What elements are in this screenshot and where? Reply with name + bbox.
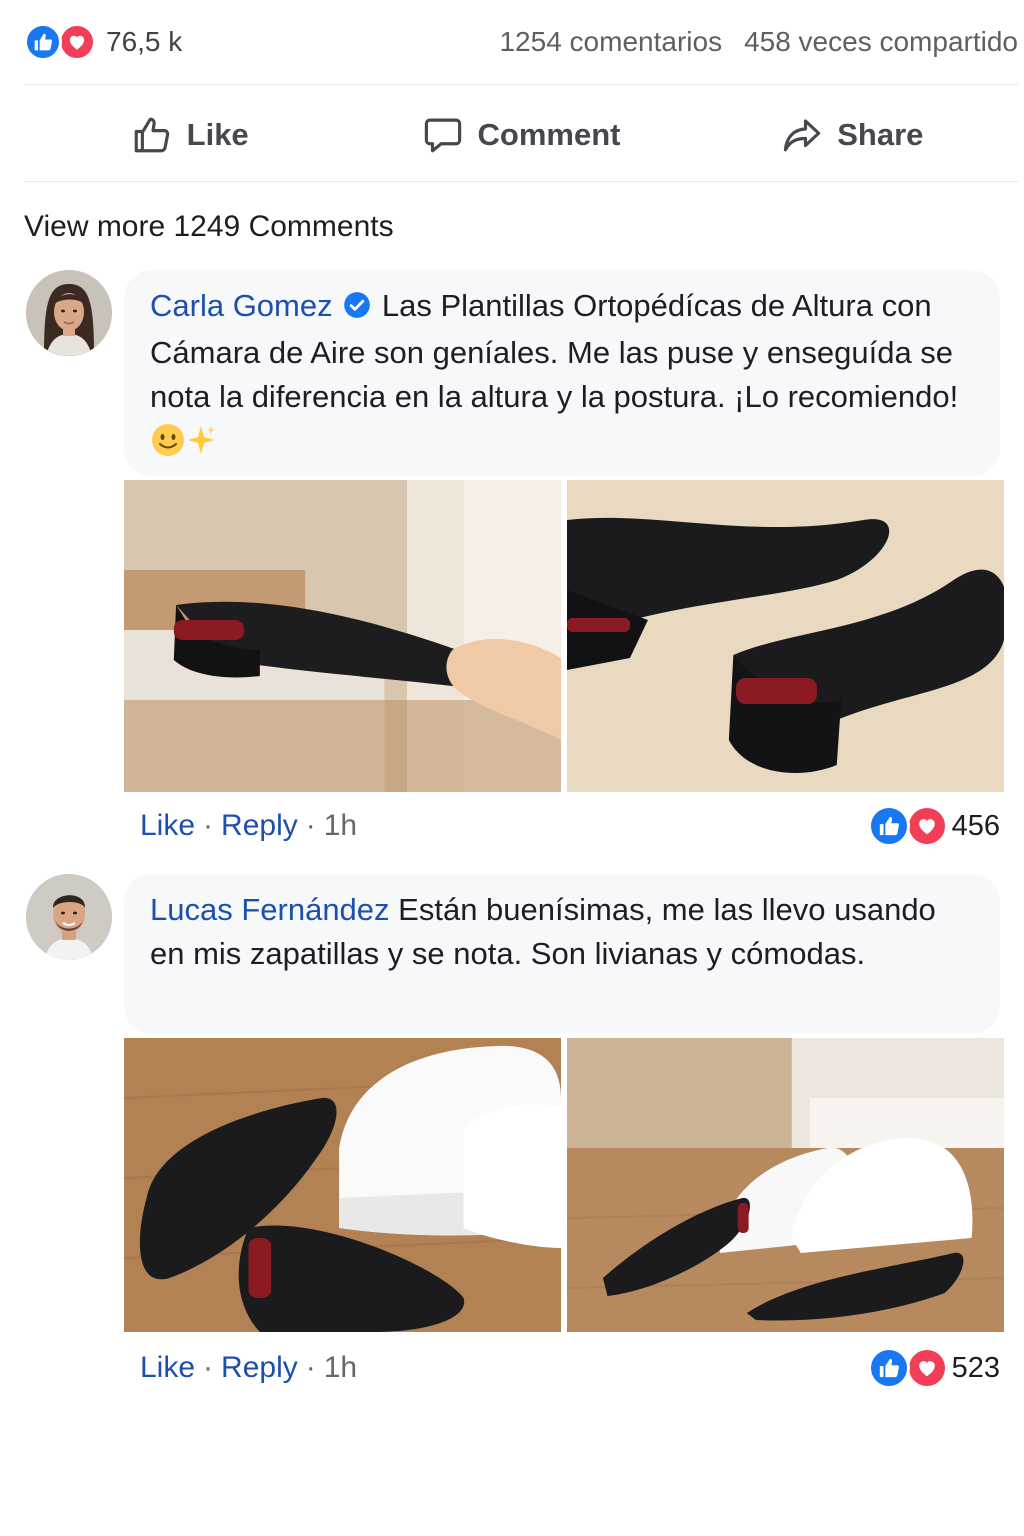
comment-reactions[interactable]: 456 (867, 805, 1000, 847)
verified-badge-icon (343, 287, 371, 331)
comment-photos (124, 1038, 1004, 1332)
divider (24, 181, 1018, 182)
reaction-count[interactable]: 76,5 k (106, 26, 182, 58)
like-reaction-icon (867, 1347, 910, 1389)
sparkles-icon (186, 422, 216, 470)
comment-photos (124, 480, 1004, 792)
share-button[interactable]: Share (687, 92, 1018, 178)
post-reaction-summary: 76,5 k 1254 comentarios 458 veces compar… (24, 16, 1018, 68)
love-reaction-icon (58, 23, 96, 61)
comment-photo[interactable] (567, 1038, 1004, 1332)
comment-like-link[interactable]: Like (140, 809, 195, 843)
share-arrow-icon (784, 119, 821, 152)
comment-author-name[interactable]: Lucas Fernández (150, 892, 390, 927)
comment-reply-link[interactable]: Reply (221, 1351, 298, 1385)
comment-photo[interactable] (124, 1038, 561, 1332)
shares-count[interactable]: 458 veces compartido (744, 26, 1018, 58)
comment-label: Comment (477, 117, 621, 152)
comment-time[interactable]: 1h (324, 809, 357, 843)
comment-photo[interactable] (124, 480, 561, 792)
slightly-smiling-face-icon (150, 422, 186, 470)
view-more-comments-link[interactable]: View more 1249 Comments (24, 210, 394, 244)
love-reaction-icon (905, 1347, 948, 1389)
thumbs-up-icon (134, 117, 169, 153)
share-label: Share (837, 117, 924, 152)
comment-like-link[interactable]: Like (140, 1351, 195, 1385)
divider (24, 84, 1018, 85)
separator: · (203, 1351, 214, 1384)
comments-count[interactable]: 1254 comentarios (499, 26, 722, 58)
comment-photo[interactable] (567, 480, 1004, 792)
comment-bubble-icon (424, 118, 461, 153)
like-reaction-icon (867, 805, 910, 847)
separator: · (305, 809, 316, 842)
comment-reply-link[interactable]: Reply (221, 809, 298, 843)
post-action-bar: Like Comment Share (24, 92, 1018, 178)
like-button[interactable]: Like (24, 92, 355, 178)
comment-author-name[interactable]: Carla Gomez (150, 288, 333, 323)
comment-reactions[interactable]: 523 (867, 1347, 1000, 1389)
comment-time[interactable]: 1h (324, 1351, 357, 1385)
separator: · (305, 1351, 316, 1384)
avatar[interactable] (26, 270, 112, 356)
comment-bubble: Carla Gomez Las Plantillas Ortopédícas d… (124, 270, 1000, 476)
comment-meta: Like · Reply · 1h 523 (140, 1346, 1000, 1390)
comment-reaction-count: 456 (951, 809, 1000, 842)
love-reaction-icon (905, 805, 948, 847)
like-label: Like (186, 117, 249, 152)
avatar[interactable] (26, 874, 112, 960)
comment-meta: Like · Reply · 1h 456 (140, 804, 1000, 848)
comment-reaction-count: 523 (951, 1351, 1000, 1384)
comment-button[interactable]: Comment (355, 92, 686, 178)
like-reaction-icon (24, 23, 62, 61)
reaction-icons[interactable] (24, 23, 96, 61)
comment-bubble: Lucas Fernández Están buenísimas, me las… (124, 874, 1000, 1034)
separator: · (203, 809, 214, 842)
